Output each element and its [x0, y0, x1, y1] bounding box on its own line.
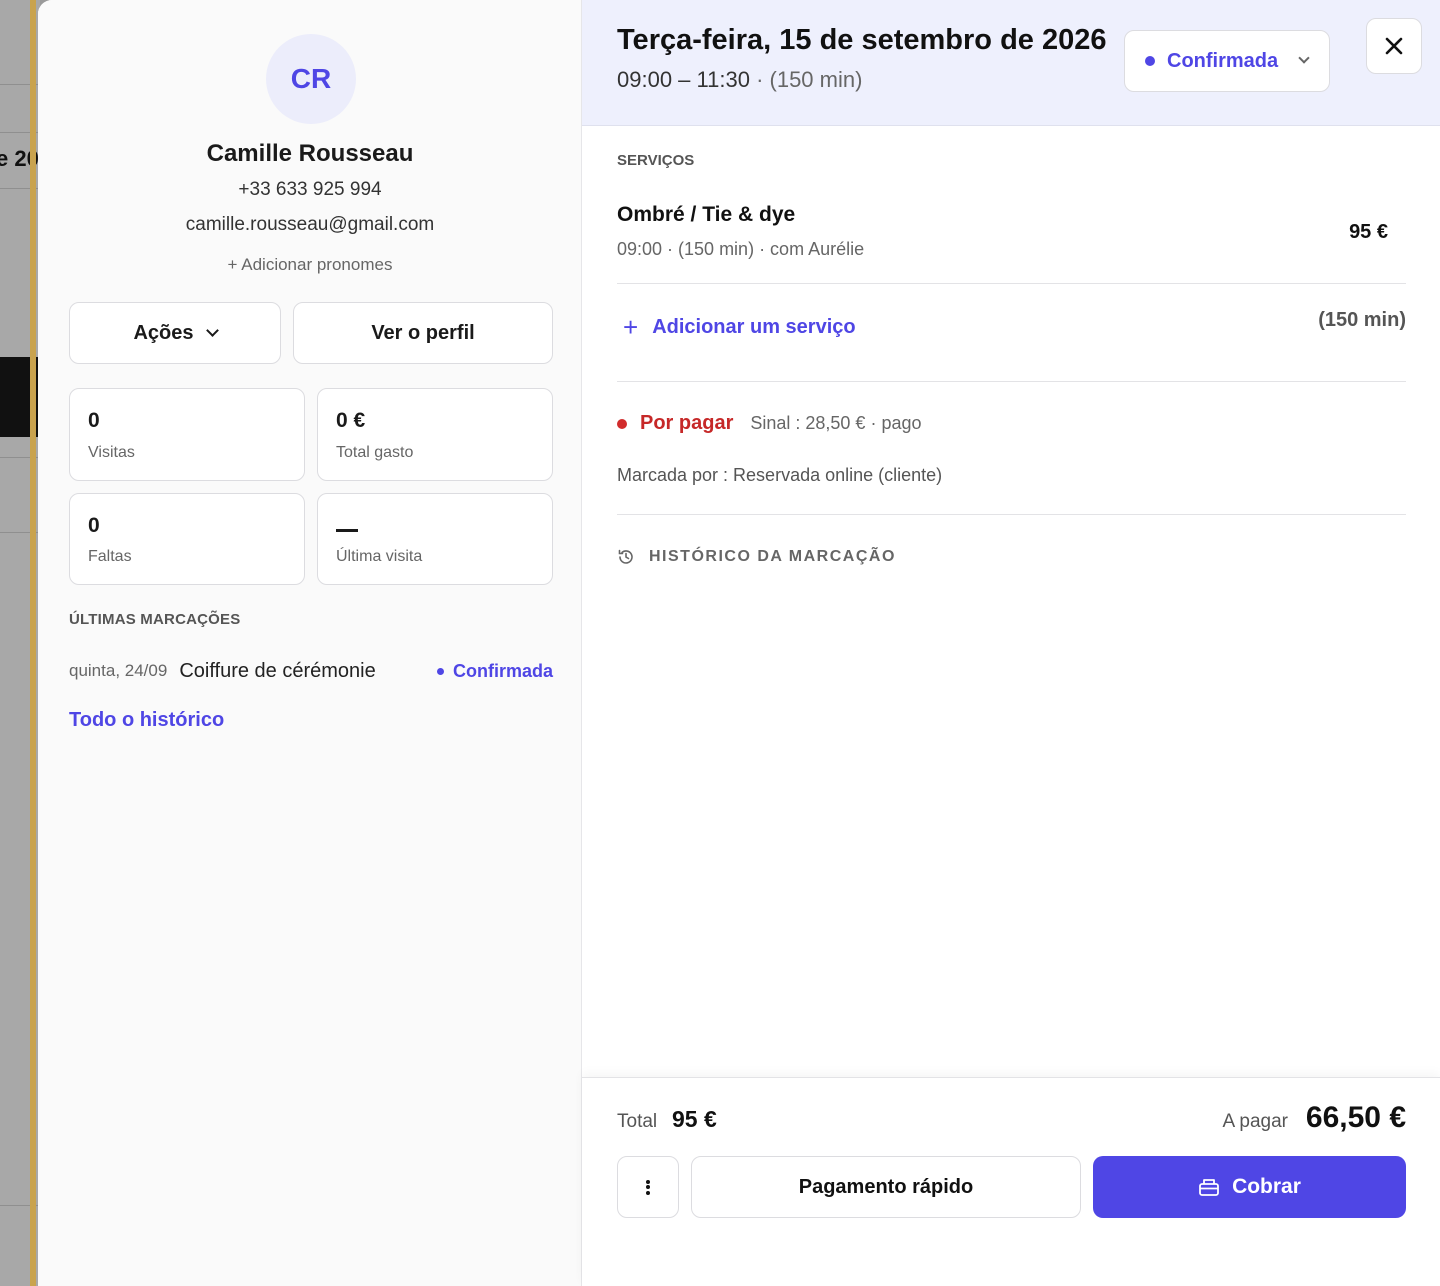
stat-label: Última visita [336, 548, 423, 565]
booked-by: Marcada por : Reservada online (cliente) [617, 465, 943, 485]
client-email[interactable]: camille.rousseau@gmail.com [38, 214, 582, 236]
appointment-history-toggle[interactable]: HISTÓRICO DA MARCAÇÃO [617, 548, 896, 566]
services-title: SERVIÇOS [617, 152, 695, 169]
stat-label: Visitas [88, 444, 135, 461]
status-dropdown-label: Confirmada [1167, 49, 1279, 72]
stat-value: 0 [88, 514, 100, 537]
total-value: 95 € [672, 1106, 717, 1132]
history-title: HISTÓRICO DA MARCAÇÃO [649, 548, 896, 565]
recent-appointment-date: quinta, 24/09 [69, 661, 168, 680]
stat-last-visit: Última visita [317, 493, 553, 585]
appointment-duration: · (150 min) [756, 67, 863, 92]
status-label: Confirmada [452, 660, 553, 681]
history-icon [618, 549, 633, 564]
avatar: CR [266, 34, 356, 124]
more-options-button[interactable] [617, 1156, 679, 1218]
charge-button[interactable]: Cobrar [1093, 1156, 1406, 1218]
status-dot-icon [1145, 56, 1155, 66]
service-meta: 09:00 · (150 min) · com Aurélie [617, 239, 865, 259]
stat-value-empty [336, 514, 358, 538]
appointment-time-range: 09:00 – 11:30 [617, 67, 750, 92]
total-label: Total [617, 1111, 658, 1132]
client-panel: CR Camille Rousseau +33 633 925 994 cami… [38, 0, 582, 1286]
add-service-button[interactable]: + Adicionar um serviço [623, 314, 856, 340]
dash-icon [336, 529, 358, 532]
stat-total-spent: 0 € Total gasto [317, 388, 553, 481]
close-button[interactable] [1366, 18, 1422, 74]
register-icon [1199, 1179, 1219, 1196]
service-name[interactable]: Ombré / Tie & dye [617, 203, 795, 227]
chevron-down-icon [1298, 52, 1310, 64]
plus-icon: + [623, 312, 639, 342]
divider [617, 381, 1406, 382]
actions-button[interactable]: Ações [69, 302, 281, 364]
divider [617, 514, 1406, 515]
payment-status-row: Por pagar Sinal : 28,50 € · pago [617, 412, 921, 435]
more-vertical-icon [646, 1178, 650, 1196]
deposit-info: Sinal : 28,50 € · pago [750, 413, 922, 433]
status-dot-icon [436, 667, 444, 675]
appointment-date: Terça-feira, 15 de setembro de 2026 [617, 24, 1107, 56]
recent-appointment-service: Coiffure de cérémonie [179, 659, 376, 682]
add-service-label: Adicionar um serviço [652, 315, 856, 338]
appointment-time: 09:00 – 11:30 · (150 min) [617, 67, 862, 93]
stat-value: 0 [88, 409, 100, 432]
stat-no-shows: 0 Faltas [69, 493, 305, 585]
add-pronouns-link[interactable]: + Adicionar pronomes [38, 255, 582, 275]
stat-label: Total gasto [336, 444, 414, 461]
list-item[interactable]: quinta, 24/09 Coiffure de cérémonie Conf… [69, 656, 553, 686]
status-badge: Confirmada [436, 660, 553, 682]
stat-value: 0 € [336, 409, 366, 432]
amount-due-label: A pagar [1222, 1111, 1289, 1132]
service-price: 95 € [1349, 221, 1388, 243]
stat-visits: 0 Visitas [69, 388, 305, 481]
status-dropdown[interactable]: Confirmada [1124, 30, 1330, 92]
appointment-drawer: CR Camille Rousseau +33 633 925 994 cami… [38, 0, 1440, 1286]
client-name: Camille Rousseau [206, 140, 414, 167]
stat-label: Faltas [88, 548, 132, 565]
amount-due-value: 66,50 € [1305, 1101, 1406, 1134]
appointment-header: Terça-feira, 15 de setembro de 2026 09:0… [582, 0, 1440, 126]
quick-payment-button[interactable]: Pagamento rápido [691, 1156, 1081, 1218]
full-history-link[interactable]: Todo o histórico [69, 709, 224, 732]
charge-label: Cobrar [1232, 1175, 1301, 1198]
actions-label: Ações [133, 321, 194, 344]
divider [617, 283, 1406, 284]
client-phone[interactable]: +33 633 925 994 [38, 179, 582, 201]
close-icon [1385, 37, 1403, 55]
drawer-edge [30, 0, 36, 1286]
payment-status: Por pagar [640, 412, 734, 434]
unpaid-dot-icon [617, 418, 627, 429]
view-profile-button[interactable]: Ver o perfil [293, 302, 553, 364]
appointment-panel: Terça-feira, 15 de setembro de 2026 09:0… [582, 0, 1440, 1286]
recent-appointments-title: ÚLTIMAS MARCAÇÕES [69, 611, 241, 628]
checkout-footer: Total 95 € A pagar 66,50 € Pagamento ráp… [582, 1077, 1440, 1286]
total-duration: (150 min) [1318, 309, 1406, 331]
chevron-down-icon [205, 323, 219, 337]
